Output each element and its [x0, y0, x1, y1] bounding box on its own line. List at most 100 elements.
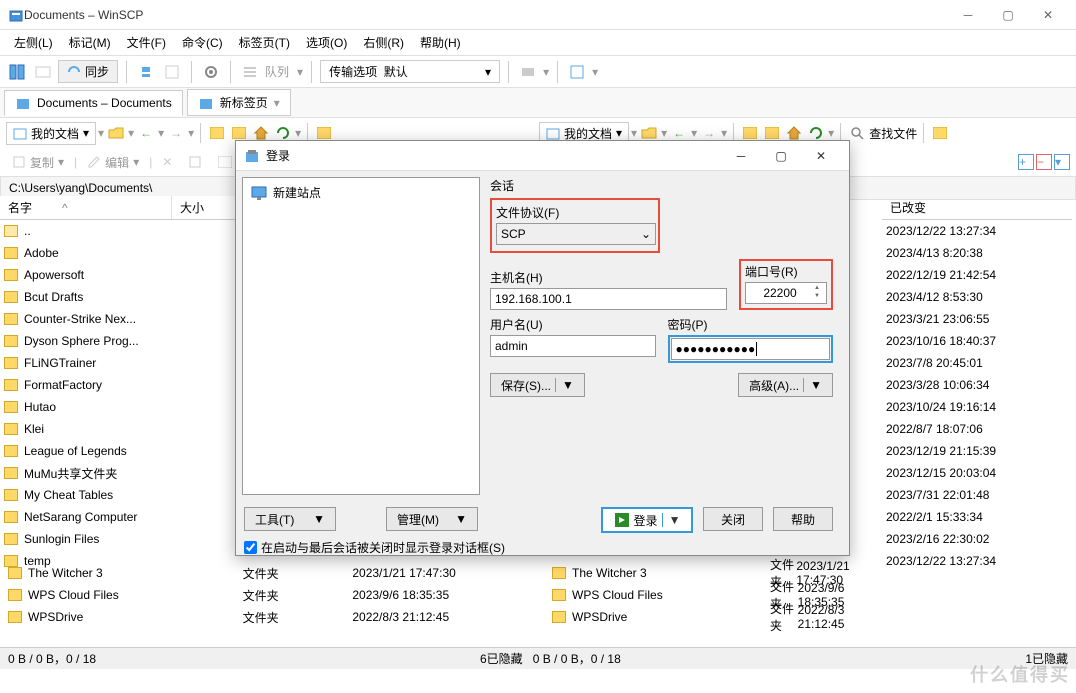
col-changed[interactable]: 已改变 — [882, 196, 1072, 220]
find-icon[interactable] — [847, 123, 867, 143]
file-date: 2023/2/16 22:30:02 — [882, 528, 1072, 550]
file-row[interactable]: NetSarang Computer — [0, 506, 237, 528]
col-size[interactable]: 大小 — [172, 196, 237, 219]
file-row[interactable]: Counter-Strike Nex... — [0, 308, 237, 330]
menu-left[interactable]: 左侧(L) — [8, 32, 59, 53]
file-row[interactable]: Adobe — [0, 242, 237, 264]
manage-button[interactable]: 管理(M)▼ — [386, 507, 478, 531]
menu-options[interactable]: 选项(O) — [300, 32, 353, 53]
file-row[interactable]: My Cheat Tables — [0, 484, 237, 506]
file-row[interactable]: .. — [0, 220, 237, 242]
layout-icon[interactable] — [6, 61, 28, 83]
edit-button[interactable]: 编辑 ▾ — [81, 152, 145, 173]
monitor-icon — [251, 185, 267, 201]
queue-icon[interactable] — [239, 61, 261, 83]
site-list[interactable]: 新建站点 — [242, 177, 480, 495]
file-type: 文件夹 — [243, 609, 353, 626]
explorer-icon[interactable] — [566, 61, 588, 83]
dialog-close-button[interactable]: ✕ — [801, 141, 841, 171]
dialog-maximize-button[interactable]: ▢ — [761, 141, 801, 171]
file-name: NetSarang Computer — [24, 510, 199, 524]
help-button[interactable]: 帮助 — [773, 507, 833, 531]
menu-right[interactable]: 右侧(R) — [357, 32, 410, 53]
dropdown-icon[interactable]: ▾ — [1054, 154, 1070, 170]
folder-open-icon[interactable] — [106, 123, 126, 143]
file-date: 2022/8/3 21:12:45 — [798, 603, 872, 631]
save-button[interactable]: 保存(S)...▼ — [490, 373, 585, 397]
minus-icon[interactable]: − — [1036, 154, 1052, 170]
file-type: 文件夹 — [243, 565, 353, 582]
back-icon[interactable]: ← — [136, 123, 156, 143]
folder-icon — [4, 533, 18, 545]
menu-mark[interactable]: 标记(M) — [63, 32, 117, 53]
file-date: 2023/12/15 20:03:04 — [882, 462, 1072, 484]
folder-icon — [4, 489, 18, 501]
file-row[interactable]: The Witcher 3文件夹2023/1/21 17:47:30 — [0, 562, 540, 584]
login-icon — [244, 148, 260, 164]
left-drive-dropdown[interactable]: 我的文档 ▾ — [6, 122, 96, 145]
gear-icon[interactable] — [200, 61, 222, 83]
file-row[interactable]: Dyson Sphere Prog... — [0, 330, 237, 352]
close-button[interactable]: ✕ — [1028, 0, 1068, 30]
file-type: 文件夹 — [243, 587, 353, 604]
folder-icon[interactable] — [207, 123, 227, 143]
forward-icon[interactable]: → — [166, 123, 186, 143]
folder-icon — [4, 247, 18, 259]
tab-documents[interactable]: Documents – Documents — [4, 90, 183, 116]
folder-icon — [4, 379, 18, 391]
file-name: FLiNGTrainer — [24, 356, 199, 370]
file-row[interactable]: WPSDrive文件夹2022/8/3 21:12:45 — [0, 606, 540, 628]
transfer-icon[interactable] — [135, 61, 157, 83]
file-row[interactable]: Apowersoft — [0, 264, 237, 286]
close-dialog-button[interactable]: 关闭 — [703, 507, 763, 531]
file-date: 2023/7/8 20:45:01 — [882, 352, 1072, 374]
advanced-button[interactable]: 高级(A)...▼ — [738, 373, 833, 397]
status-hidden: 6已隐藏 — [480, 652, 523, 666]
file-date: 2023/12/19 21:15:39 — [882, 440, 1072, 462]
file-name: MuMu共享文件夹 — [24, 465, 199, 482]
dialog-minimize-button[interactable]: ─ — [721, 141, 761, 171]
sync-compare-icon[interactable] — [32, 61, 54, 83]
file-name: Klei — [24, 422, 199, 436]
file-row[interactable]: FormatFactory — [0, 374, 237, 396]
host-input[interactable] — [490, 288, 727, 310]
tab-new[interactable]: 新标签页 ▾ — [187, 89, 291, 116]
bookmark-icon-r[interactable] — [930, 123, 950, 143]
new-site-item[interactable]: 新建站点 — [247, 182, 475, 203]
copy-button[interactable]: 复制 ▾ — [6, 152, 70, 173]
login-button[interactable]: 登录 ▼ — [601, 507, 693, 533]
file-row[interactable]: Bcut Drafts — [0, 286, 237, 308]
transfer-icon-2[interactable] — [161, 61, 183, 83]
tools-button[interactable]: 工具(T)▼ — [244, 507, 336, 531]
file-row[interactable]: Klei — [0, 418, 237, 440]
find-label[interactable]: 查找文件 — [869, 125, 917, 142]
menu-command[interactable]: 命令(C) — [176, 32, 229, 53]
file-row[interactable]: WPS Cloud Files文件夹2023/9/6 18:35:35 — [0, 584, 540, 606]
col-name[interactable]: 名字 ^ — [0, 196, 172, 219]
file-row[interactable]: MuMu共享文件夹 — [0, 462, 237, 484]
delete-icon[interactable]: ✕ — [156, 153, 178, 171]
user-input[interactable] — [490, 335, 656, 357]
folder-icon — [4, 269, 18, 281]
file-row[interactable]: Hutao — [0, 396, 237, 418]
file-name: WPSDrive — [28, 610, 203, 624]
menu-tabs[interactable]: 标签页(T) — [233, 32, 296, 53]
file-name: WPSDrive — [572, 610, 772, 624]
file-row[interactable]: Sunlogin Files — [0, 528, 237, 550]
sync-button[interactable]: 同步 — [58, 60, 118, 83]
plus-icon[interactable]: + — [1018, 154, 1034, 170]
protocol-select[interactable]: SCP⌄ — [496, 223, 656, 245]
menu-file[interactable]: 文件(F) — [121, 32, 172, 53]
minimize-button[interactable]: ─ — [948, 0, 988, 30]
show-login-checkbox[interactable] — [244, 541, 257, 554]
app-icon — [8, 7, 24, 23]
menu-help[interactable]: 帮助(H) — [414, 32, 467, 53]
file-row[interactable]: FLiNGTrainer — [0, 352, 237, 374]
properties-icon[interactable] — [182, 153, 208, 171]
session-icon[interactable] — [517, 61, 539, 83]
maximize-button[interactable]: ▢ — [988, 0, 1028, 30]
port-input[interactable]: 22200 ▲▼ — [745, 282, 827, 304]
file-row[interactable]: League of Legends — [0, 440, 237, 462]
transfer-options-dropdown[interactable]: 传输选项 默认 ▾ — [320, 60, 500, 83]
pass-input[interactable]: ●●●●●●●●●●● — [671, 338, 831, 360]
